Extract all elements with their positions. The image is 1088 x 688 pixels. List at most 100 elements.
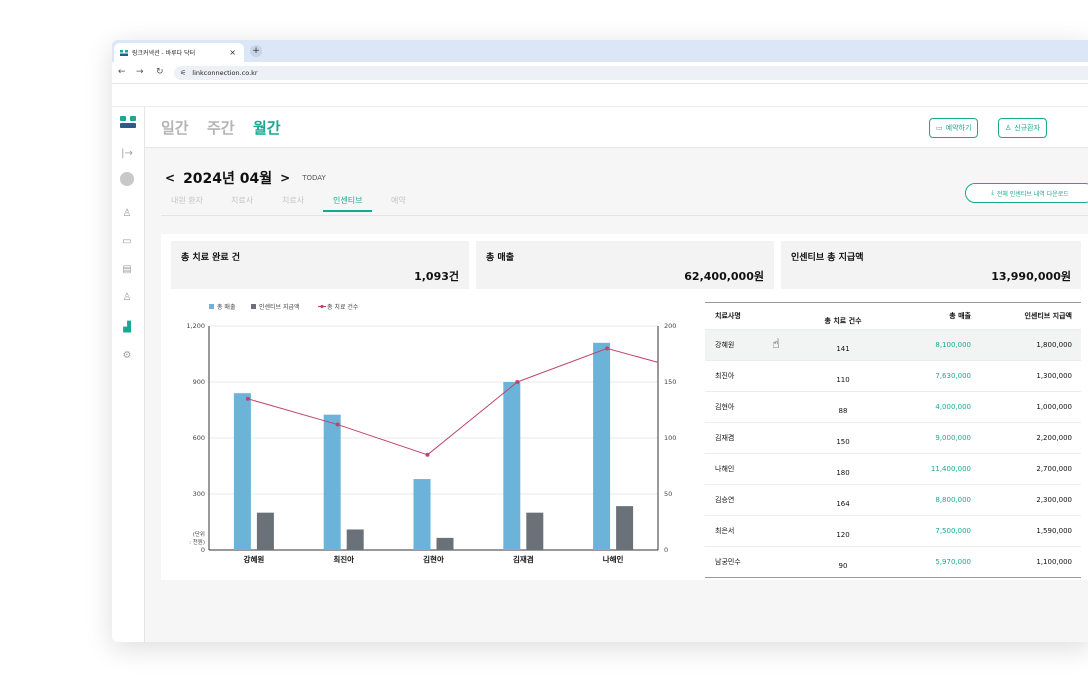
treatment-count-value: 110 — [836, 376, 850, 384]
address-bar: ← → ↻ ⚟ linkconnection.co.kr — [112, 62, 1088, 84]
site-settings-icon[interactable]: ⚟ — [180, 69, 186, 77]
settings-icon[interactable]: ⚙ — [120, 349, 134, 363]
previous-month-button[interactable]: < — [165, 171, 175, 185]
therapist-name-cell: 김현아 — [715, 403, 735, 411]
bar-total-revenue — [233, 393, 251, 550]
table-row[interactable]: 강혜원 141 8,100,000 1,800,000 ☝ — [705, 330, 1081, 361]
bar-incentive — [436, 537, 454, 550]
reserve-button[interactable]: ▭ 예약하기 — [929, 118, 979, 138]
incentive-cell: 2,700,000 — [1036, 465, 1072, 473]
statistics-icon[interactable]: ▟ — [120, 321, 134, 335]
stat-title: 총 매출 — [486, 253, 514, 263]
column-header[interactable]: 인센티브 지급액 — [1024, 311, 1072, 321]
column-header-label: 총 치료 건수 — [824, 317, 862, 325]
browser-tab[interactable]: 링크커넥션 - 바루다 닥터 × — [114, 43, 244, 62]
bar-incentive — [526, 512, 544, 550]
left-tick-label: 300 — [193, 490, 205, 498]
revenue-cell: 11,400,000 — [930, 465, 971, 473]
left-tick-label: 600 — [193, 434, 205, 442]
unit-note: : 천원) — [189, 538, 205, 546]
category-label: 강혜원 — [244, 554, 265, 564]
tab-monthly[interactable]: 월간 — [253, 117, 281, 138]
bar-total-revenue — [413, 479, 431, 550]
person-icon: ♙ — [1005, 124, 1012, 132]
legend-label: 총 치료 건수 — [327, 303, 359, 311]
current-month-label: 2024년 04월 — [183, 171, 273, 187]
therapist-table: 치료사명 총 치료 건수 총 매출 인센티브 지급액 강혜원 141 8,100,0… — [705, 302, 1081, 578]
line-point — [515, 380, 520, 384]
url-field[interactable]: ⚟ linkconnection.co.kr — [174, 66, 1088, 80]
right-tick-label: 0 — [664, 546, 668, 554]
close-tab-icon[interactable]: × — [229, 48, 236, 57]
incentive-cell: 1,590,000 — [1036, 527, 1072, 535]
therapist-name-cell: 남궁민수 — [715, 558, 741, 566]
revenue-cell: 8,800,000 — [935, 496, 971, 504]
revenue-cell: 9,000,000 — [935, 434, 971, 442]
table-row[interactable]: 남궁민수 90 5,970,000 1,100,000 — [705, 547, 1081, 578]
legend-label: 총 매출 — [217, 303, 236, 311]
browser-tab-bar: 링크커넥션 - 바루다 닥터 × + — [112, 40, 1088, 62]
therapist-name-cell: 김재겸 — [715, 434, 735, 442]
table-row[interactable]: 최진아 110 7,630,000 1,300,000 — [705, 361, 1081, 392]
clipboard-icon[interactable]: ▤ — [120, 263, 134, 277]
stat-value: 1,093건 — [414, 270, 459, 283]
tab-daily[interactable]: 일간 — [161, 117, 189, 138]
patient-icon[interactable]: ♙ — [120, 207, 134, 221]
stat-title: 인센티브 총 지급액 — [791, 253, 864, 263]
table-row[interactable]: 김현아 88 4,000,000 1,000,000 — [705, 392, 1081, 423]
table-body: 강혜원 141 8,100,000 1,800,000 ☝ 최진아 110 7,630,000… — [705, 330, 1081, 578]
subtab-therapist-2[interactable]: 치료사 — [282, 195, 304, 210]
expand-sidebar-icon[interactable]: |→ — [120, 147, 134, 161]
today-button[interactable]: TODAY — [302, 174, 326, 182]
new-patient-button[interactable]: ♙ 신규환자 — [998, 118, 1048, 138]
forward-arrow-icon[interactable]: → — [136, 67, 144, 77]
bar-total-revenue — [503, 382, 521, 550]
treatment-count-value: 180 — [836, 469, 850, 477]
left-tick-label: 1,200 — [186, 322, 205, 330]
table-row[interactable]: 나해인 180 11,400,000 2,700,000 — [705, 454, 1081, 485]
bar-incentive — [616, 506, 634, 550]
sidebar: |→ ♙ ▭ ▤ ♙ ▟ ⚙ — [112, 107, 145, 642]
stat-card-total-incentive: 인센티브 총 지급액 13,990,000원 — [781, 241, 1081, 289]
app-top-strip — [112, 84, 1088, 107]
stat-value: 62,400,000원 — [684, 270, 764, 283]
right-tick-label: 100 — [664, 434, 676, 442]
column-header[interactable]: 치료사명 — [715, 311, 741, 321]
avatar[interactable] — [120, 172, 134, 186]
incentive-panel: 총 치료 완료 건 1,093건 총 매출 62,400,000원 인센티브 총… — [161, 234, 1088, 580]
legend-swatch — [251, 304, 256, 309]
subtab-therapist[interactable]: 치료사 — [231, 195, 253, 210]
right-tick-label: 150 — [664, 378, 676, 386]
calendar-icon[interactable]: ▭ — [120, 235, 134, 249]
bar-incentive — [346, 529, 364, 550]
table-row[interactable]: 최은서 120 7,500,000 1,590,000 — [705, 516, 1081, 547]
category-label: 최진아 — [333, 554, 354, 564]
next-month-button[interactable]: > — [280, 171, 290, 185]
stat-card-total-treatments: 총 치료 완료 건 1,093건 — [171, 241, 469, 289]
table-row[interactable]: 김재겸 150 9,000,000 2,200,000 — [705, 423, 1081, 454]
treatment-count-value: 88 — [838, 407, 848, 415]
subtab-reservation[interactable]: 예약 — [391, 195, 406, 210]
app-logo-icon[interactable] — [120, 115, 136, 129]
left-tick-label: 0 — [201, 546, 205, 554]
team-icon[interactable]: ♙ — [120, 291, 134, 305]
app-logo-icon — [120, 49, 128, 56]
back-arrow-icon[interactable]: ← — [118, 67, 126, 77]
incentive-chart: 1,200 200900 150600 100300 500 0(단위: 천원)총 매출 인… — [186, 303, 676, 564]
revenue-cell: 7,630,000 — [935, 372, 971, 380]
tab-weekly[interactable]: 주간 — [207, 117, 235, 138]
bar-incentive — [256, 512, 274, 550]
subtab-visit-patients[interactable]: 내원 환자 — [171, 195, 203, 210]
right-tick-label: 50 — [664, 490, 672, 498]
column-header[interactable]: 총 매출 — [949, 311, 971, 321]
right-tick-label: 200 — [664, 322, 676, 330]
hand-cursor-icon: ☝ — [772, 337, 780, 352]
reload-icon[interactable]: ↻ — [156, 67, 164, 77]
revenue-cell: 5,970,000 — [935, 558, 971, 566]
incentive-cell: 2,300,000 — [1036, 496, 1072, 504]
subtab-bar: 내원 환자 치료사 치료사 인센티브 예약 — [161, 192, 1088, 216]
table-row[interactable]: 김승연 164 8,800,000 2,300,000 — [705, 485, 1081, 516]
therapist-name-cell: 최진아 — [715, 372, 735, 380]
new-tab-button[interactable]: + — [250, 45, 262, 57]
subtab-incentive[interactable]: 인센티브 — [323, 195, 373, 212]
